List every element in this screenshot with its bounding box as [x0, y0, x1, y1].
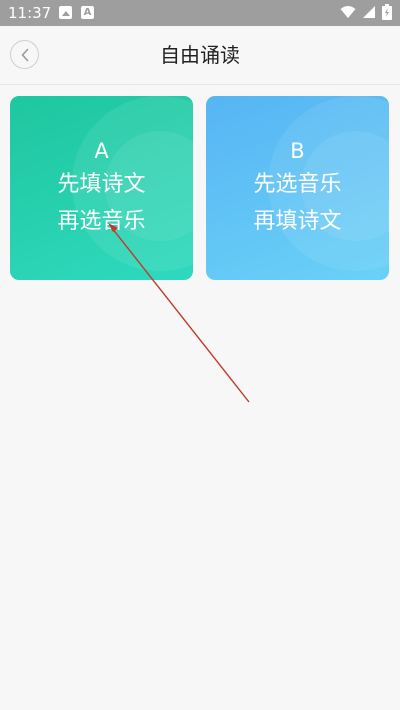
option-a-text: A 先填诗文 再选音乐 — [10, 136, 193, 240]
option-letter: A — [94, 139, 109, 163]
option-line-1: 先选音乐 — [253, 172, 342, 197]
status-icons-left: A — [59, 6, 94, 19]
status-time: 11:37 — [8, 4, 52, 22]
status-icons-right — [340, 4, 392, 20]
wifi-icon — [340, 6, 356, 18]
option-letter: B — [290, 139, 305, 163]
option-b-card[interactable]: B 先选音乐 再填诗文 — [206, 96, 389, 280]
battery-icon — [382, 4, 392, 20]
image-icon — [59, 6, 72, 19]
option-a-card[interactable]: A 先填诗文 再选音乐 — [10, 96, 193, 280]
page-title: 自由诵读 — [160, 43, 240, 67]
a-letter-icon: A — [81, 6, 94, 19]
option-line-2: 再填诗文 — [253, 209, 342, 234]
app-bar: 自由诵读 — [0, 26, 400, 85]
signal-icon — [363, 6, 375, 18]
option-line-2: 再选音乐 — [57, 209, 146, 234]
option-b-text: B 先选音乐 再填诗文 — [206, 136, 389, 240]
option-line-1: 先填诗文 — [57, 172, 146, 197]
status-bar: 11:37 A — [0, 0, 400, 26]
